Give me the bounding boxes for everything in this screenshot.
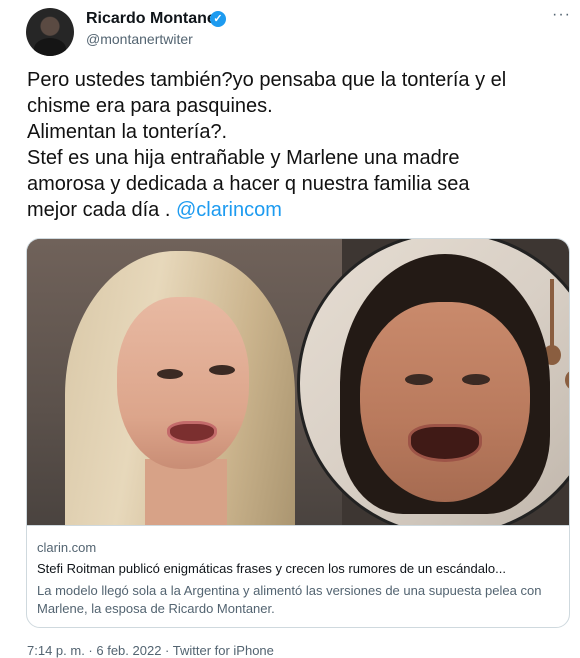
tweet-line: chisme era para pasquines.: [27, 95, 273, 117]
tweet-line: Alimentan la tontería?.: [27, 121, 228, 143]
tweet-timestamp[interactable]: 7:14 p. m. · 6 feb. 2022 · Twitter for i…: [27, 643, 274, 658]
tweet-text: Pero ustedes también?yo pensaba que la t…: [27, 67, 567, 223]
author-name[interactable]: Ricardo Montaner: [86, 10, 222, 28]
tweet-line: mejor cada día . @clarincom: [27, 197, 567, 223]
card-domain: clarin.com: [37, 540, 97, 555]
link-preview-card[interactable]: clarin.com Stefi Roitman publicó enigmát…: [26, 238, 570, 628]
tweet-line: Stef es una hija entrañable y Marlene un…: [27, 147, 460, 169]
card-title[interactable]: Stefi Roitman publicó enigmáticas frases…: [37, 561, 557, 576]
card-meta: clarin.com Stefi Roitman publicó enigmát…: [27, 525, 569, 616]
photo-left: [27, 239, 342, 525]
tweet-line-text: mejor cada día .: [27, 199, 176, 221]
photo-right: [297, 239, 569, 525]
verified-badge-icon: ✓: [210, 11, 226, 27]
more-options-icon[interactable]: ···: [552, 6, 571, 24]
tweet-line: amorosa y dedicada a hacer q nuestra fam…: [27, 173, 470, 195]
mention-link[interactable]: @clarincom: [176, 199, 282, 221]
tweet-line: Pero ustedes también?yo pensaba que la t…: [27, 69, 507, 91]
author-handle[interactable]: @montanertwiter: [86, 31, 193, 47]
card-description: La modelo llegó sola a la Argentina y al…: [37, 583, 542, 616]
avatar[interactable]: [26, 8, 74, 56]
card-image: [27, 239, 569, 525]
